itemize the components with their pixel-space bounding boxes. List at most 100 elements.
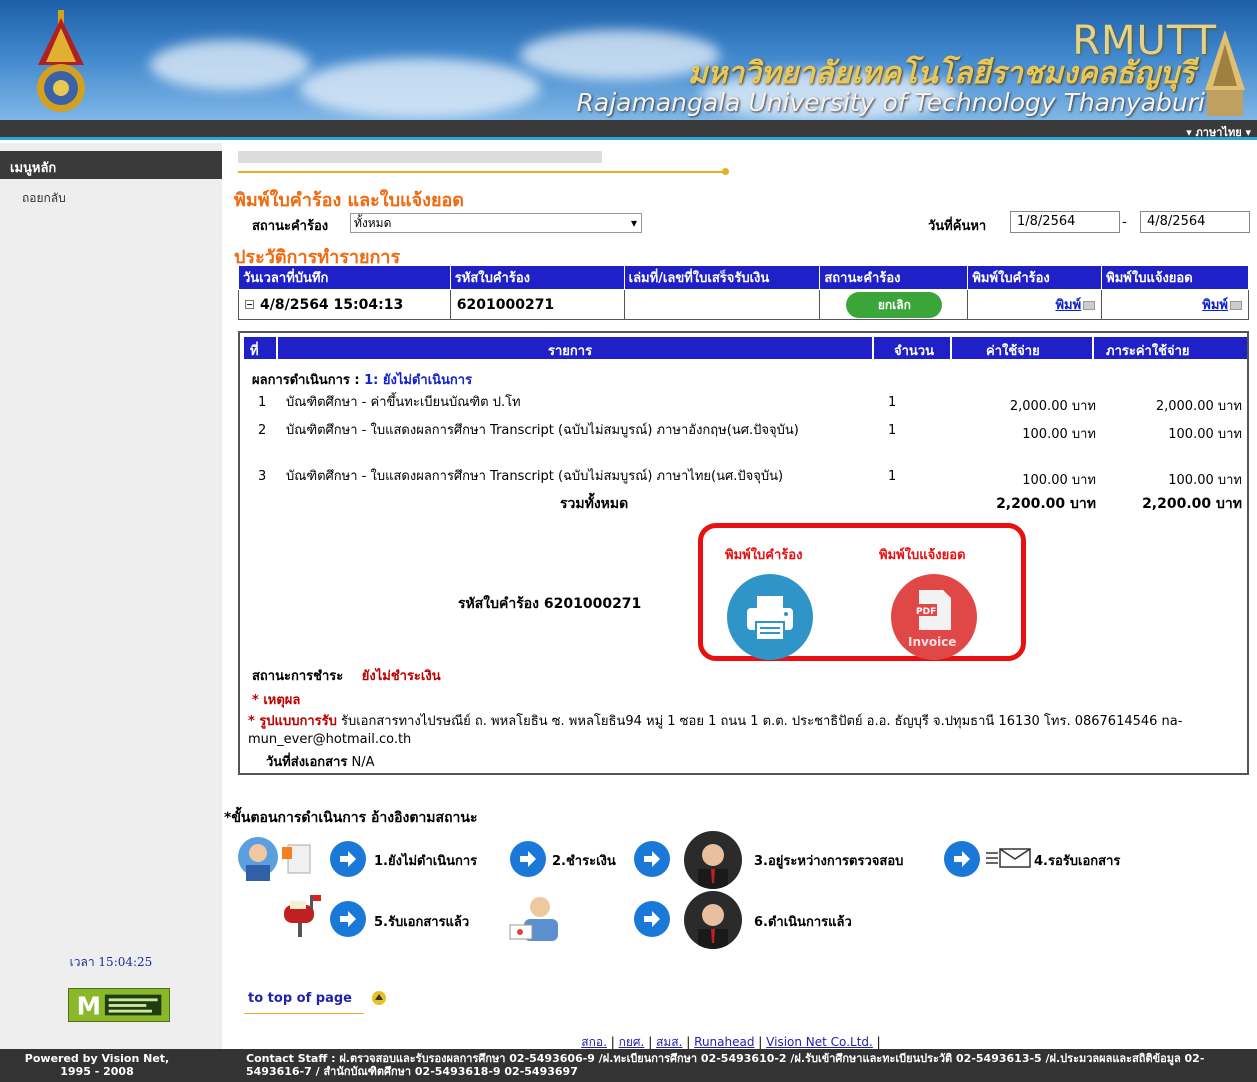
step-2: 2.ชำระเงิน	[552, 854, 616, 869]
item-total: 100.00 บาท	[1168, 427, 1242, 442]
item-no: 1	[258, 395, 267, 410]
print-request-link[interactable]: พิมพ์	[1055, 294, 1096, 315]
step-6: 6.ดำเนินการแล้ว	[754, 915, 852, 930]
date-from-input[interactable]: 1/8/2564	[1010, 211, 1120, 233]
status-filter-value: ทั้งหมด	[354, 216, 392, 230]
pdf-label: PDF	[916, 607, 936, 617]
date-filter-label: วันที่ค้นหา	[928, 219, 987, 234]
print-invoice-link[interactable]: พิมพ์	[1202, 294, 1242, 315]
send-date-label: วันที่ส่งเอกสาร	[266, 755, 348, 770]
university-logo	[37, 10, 85, 112]
footer-link-runahead[interactable]: Runahead	[694, 1035, 754, 1049]
applicant-icon	[238, 837, 311, 881]
items-header-row: ที่ รายการ จำนวน ค่าใช้จ่าย ภาระค่าใช้จ่…	[244, 337, 1247, 359]
page-title: พิมพ์ใบคำร้อง และใบแจ้งยอด	[234, 190, 464, 211]
col-print-request: พิมพ์ใบคำร้อง	[967, 265, 1103, 290]
footer-link-separator: |	[610, 1035, 615, 1049]
receive-document-icon	[509, 897, 558, 941]
print-invoice-label: พิมพ์	[1202, 298, 1228, 313]
date-separator: -	[1122, 215, 1127, 230]
send-date: วันที่ส่งเอกสาร N/A	[266, 751, 375, 772]
shipping-label: * รูปแบบการรับ	[248, 714, 337, 729]
footer-link-smos[interactable]: สมส.	[656, 1035, 682, 1049]
invoice-label: Invoice	[908, 635, 956, 649]
item-cost: 100.00 บาท	[1022, 427, 1096, 442]
print-invoice-button[interactable]: PDF Invoice	[891, 574, 977, 660]
arrow-right-icon	[634, 841, 670, 877]
pdf-invoice-icon: PDF Invoice	[908, 590, 956, 649]
top-nav-bar: ▾ ภาษาไทย ▾	[0, 120, 1257, 140]
history-table: วันเวลาที่บันทึก รหัสใบคำร้อง เล่มที่/เล…	[238, 265, 1249, 320]
footer-link-separator: |	[648, 1035, 653, 1049]
item-cost: 100.00 บาท	[1022, 473, 1096, 488]
item-no: 2	[258, 423, 267, 438]
shipping-text: รับเอกสารทางไปรษณีย์ ถ. พหลโยธิน ซ. พหลโ…	[248, 714, 1183, 747]
cancel-button[interactable]: ยกเลิก	[846, 291, 943, 318]
to-top-link[interactable]: to top of page	[248, 991, 352, 1006]
items-col-total: ภาระค่าใช้จ่าย	[1106, 344, 1190, 359]
arrow-right-icon	[634, 901, 670, 937]
items-col-qty: จำนวน	[894, 344, 934, 359]
decorative-divider	[238, 171, 724, 173]
col-receipt: เล่มที่/เลขที่ใบเสร็จรับเงิน	[623, 265, 821, 290]
clock: เวลา 15:04:25	[69, 955, 153, 969]
decorative-dot	[722, 168, 729, 175]
sum-label: รวมทั้งหมด	[560, 496, 629, 512]
step-result: ผลการดำเนินการ : 1: ยังไม่ดำเนินการ	[252, 369, 472, 390]
chevron-down-icon: ▾	[630, 216, 637, 230]
footer-link-separator: |	[876, 1035, 881, 1049]
cell-status: ยกเลิก	[819, 289, 969, 320]
mailbox-icon	[284, 895, 321, 937]
decorative-divider	[244, 1013, 364, 1014]
royal-crest-icon	[1205, 30, 1245, 116]
officer-icon	[684, 891, 742, 949]
reason: * เหตุผล	[252, 689, 300, 710]
step-1: 1.ยังไม่ดำเนินการ	[374, 854, 478, 869]
sidebar-item-back[interactable]: ถอยกลับ	[22, 189, 66, 208]
print-invoice-title: พิมพ์ใบแจ้งยอด	[879, 548, 966, 563]
step-5: 5.รับเอกสารแล้ว	[374, 915, 470, 930]
footer-contact: Contact Staff : ฝ.ตรวจสอบและรับรองผลการศ…	[246, 1052, 1205, 1078]
footer-link-separator: |	[758, 1035, 763, 1049]
page-footer: Powered by Vision Net, 1995 - 2008 Conta…	[0, 1049, 1257, 1082]
process-title: *ขั้นตอนการดำเนินการ อ้างอิงตามสถานะ	[224, 810, 478, 826]
arrow-right-icon	[330, 901, 366, 937]
item-no: 3	[258, 469, 267, 484]
items-col-desc: รายการ	[548, 344, 593, 359]
step-3: 3.อยู่ระหว่างการตรวจสอบ	[754, 854, 904, 869]
print-request-title: พิมพ์ใบคำร้อง	[725, 548, 803, 563]
main-content: พิมพ์ใบคำร้อง และใบแจ้งยอด สถานะคำร้อง ท…	[222, 143, 1257, 1049]
cell-request-id: 6201000271	[449, 289, 625, 320]
language-selector[interactable]: ▾ ภาษาไทย ▾	[1186, 123, 1251, 141]
item-qty: 1	[888, 423, 897, 438]
collapse-icon[interactable]: −	[245, 300, 254, 309]
cell-print-invoice: พิมพ์	[1101, 289, 1249, 320]
cell-datetime: −4/8/2564 15:04:13	[238, 289, 451, 320]
history-header-row: วันเวลาที่บันทึก รหัสใบคำร้อง เล่มที่/เล…	[238, 265, 1249, 290]
brand-english-name: Rajamangala University of Technology Tha…	[576, 88, 1205, 117]
payment-status-value: ยังไม่ชำระเงิน	[361, 669, 441, 684]
item-total: 100.00 บาท	[1168, 473, 1242, 488]
blurred-banner	[238, 151, 602, 163]
sum-total: 2,200.00 บาท	[1142, 496, 1242, 512]
print-request-button[interactable]	[727, 574, 813, 660]
footer-powered-by: Powered by Vision Net, 1995 - 2008	[24, 1052, 170, 1078]
col-request-id: รหัสใบคำร้อง	[449, 265, 625, 290]
cell-receipt	[623, 289, 821, 320]
status-filter-select[interactable]: ทั้งหมด ▾	[350, 213, 642, 233]
col-print-invoice: พิมพ์ใบแจ้งยอด	[1101, 265, 1249, 290]
vision-net-logo: M	[68, 988, 170, 1022]
footer-link-visionnet[interactable]: Vision Net Co.Ltd.	[766, 1035, 873, 1049]
footer-link-separator: |	[686, 1035, 691, 1049]
item-qty: 1	[888, 395, 897, 410]
printer-icon	[1230, 301, 1242, 310]
payment-status: สถานะการชำระ ยังไม่ชำระเงิน	[252, 665, 441, 686]
footer-link-okh[interactable]: สกอ.	[581, 1035, 607, 1049]
svg-text:M: M	[77, 991, 101, 1020]
arrow-right-icon	[510, 841, 546, 877]
mail-icon	[986, 848, 1031, 868]
date-to-input[interactable]: 4/8/2564	[1140, 211, 1250, 233]
footer-link-kyos[interactable]: กยศ.	[619, 1035, 645, 1049]
item-total: 2,000.00 บาท	[1155, 399, 1242, 414]
arrow-up-icon[interactable]	[372, 991, 386, 1005]
